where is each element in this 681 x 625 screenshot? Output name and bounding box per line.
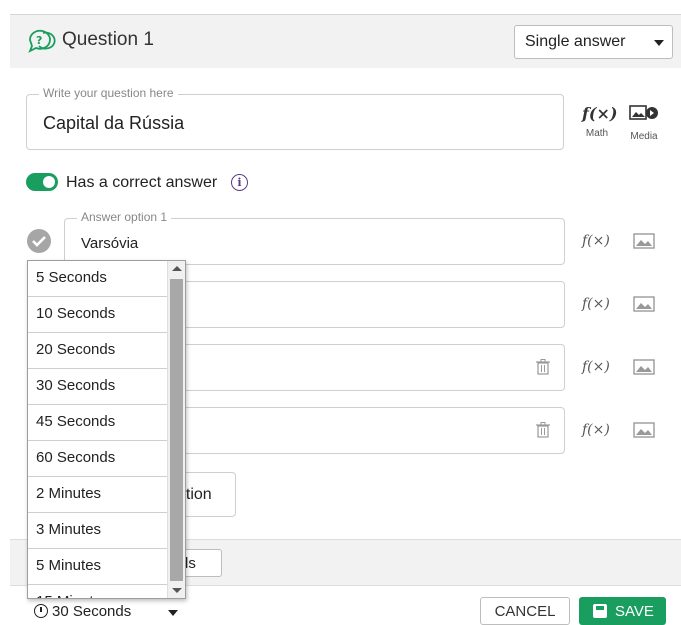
dropdown-option[interactable]: 3 Minutes [28,513,167,549]
info-icon[interactable]: i [231,174,248,191]
trash-icon[interactable] [536,359,550,375]
question-input-legend: Write your question here [39,86,178,100]
dropdown-option[interactable]: 15 Minutes [28,585,167,598]
toggle-knob [43,176,55,188]
dropdown-option[interactable]: 60 Seconds [28,441,167,477]
time-limit-select[interactable]: 30 Seconds [34,602,184,624]
answer-type-value: Single answer [525,33,626,50]
answer-option-value: Varsóvia [81,235,139,252]
time-limit-value: 30 Seconds [52,603,132,620]
save-button[interactable]: SAVE [579,597,666,625]
option-math-icon[interactable]: f(×) [582,422,610,438]
clock-icon [34,604,48,618]
answer-option-legend: Answer option 1 [77,210,172,224]
svg-text:?: ? [36,34,42,47]
math-button[interactable]: f(×) Math [582,104,617,139]
time-limit-dropdown[interactable]: 5 Seconds 10 Seconds 20 Seconds 30 Secon… [27,260,186,599]
option-image-icon[interactable] [633,296,655,312]
dropdown-option[interactable]: 5 Minutes [28,549,167,585]
chevron-down-icon [654,40,664,46]
math-label: Math [585,128,609,139]
correct-answer-check[interactable] [27,229,51,253]
scrollbar-thumb[interactable] [170,279,183,581]
option-image-icon[interactable] [633,422,655,438]
answer-type-select[interactable]: Single answer [514,25,673,59]
scroll-down-icon[interactable] [172,588,182,593]
save-icon [593,604,607,618]
option-math-icon[interactable]: f(×) [582,359,610,375]
option-math-icon[interactable]: f(×) [582,233,610,249]
media-button[interactable]: Media [626,104,662,142]
option-image-icon[interactable] [633,233,655,249]
dropdown-option[interactable]: 2 Minutes [28,477,167,513]
correct-answer-label: Has a correct answer [66,174,218,191]
question-title: Question 1 [62,29,154,50]
dropdown-option[interactable]: 30 Seconds [28,369,167,405]
dropdown-option[interactable]: 45 Seconds [28,405,167,441]
correct-answer-toggle[interactable] [26,173,58,191]
scroll-up-icon[interactable] [172,266,182,271]
question-input-value: Capital da Rússia [43,113,185,133]
option-image-icon[interactable] [633,359,655,375]
dropdown-option[interactable]: 20 Seconds [28,333,167,369]
cancel-button[interactable]: CANCEL [480,597,570,625]
chevron-down-icon [168,610,178,616]
math-icon: f(×) [582,104,618,123]
cancel-label: CANCEL [494,603,556,620]
question-input[interactable]: Write your question here Capital da Rúss… [26,86,564,150]
check-icon [32,236,46,247]
media-label: Media [630,131,658,142]
option-math-icon[interactable]: f(×) [582,296,610,312]
dropdown-option[interactable]: 10 Seconds [28,297,167,333]
question-bubble-icon: ? [28,29,56,53]
trash-icon[interactable] [536,422,550,438]
question-header: ? Question 1 Single answer [10,14,681,68]
save-label: SAVE [615,603,654,620]
dropdown-scrollbar[interactable] [167,261,185,598]
media-icon [629,105,658,120]
dropdown-option[interactable]: 5 Seconds [28,261,167,297]
answer-option-input[interactable]: Answer option 1 Varsóvia [64,210,565,265]
